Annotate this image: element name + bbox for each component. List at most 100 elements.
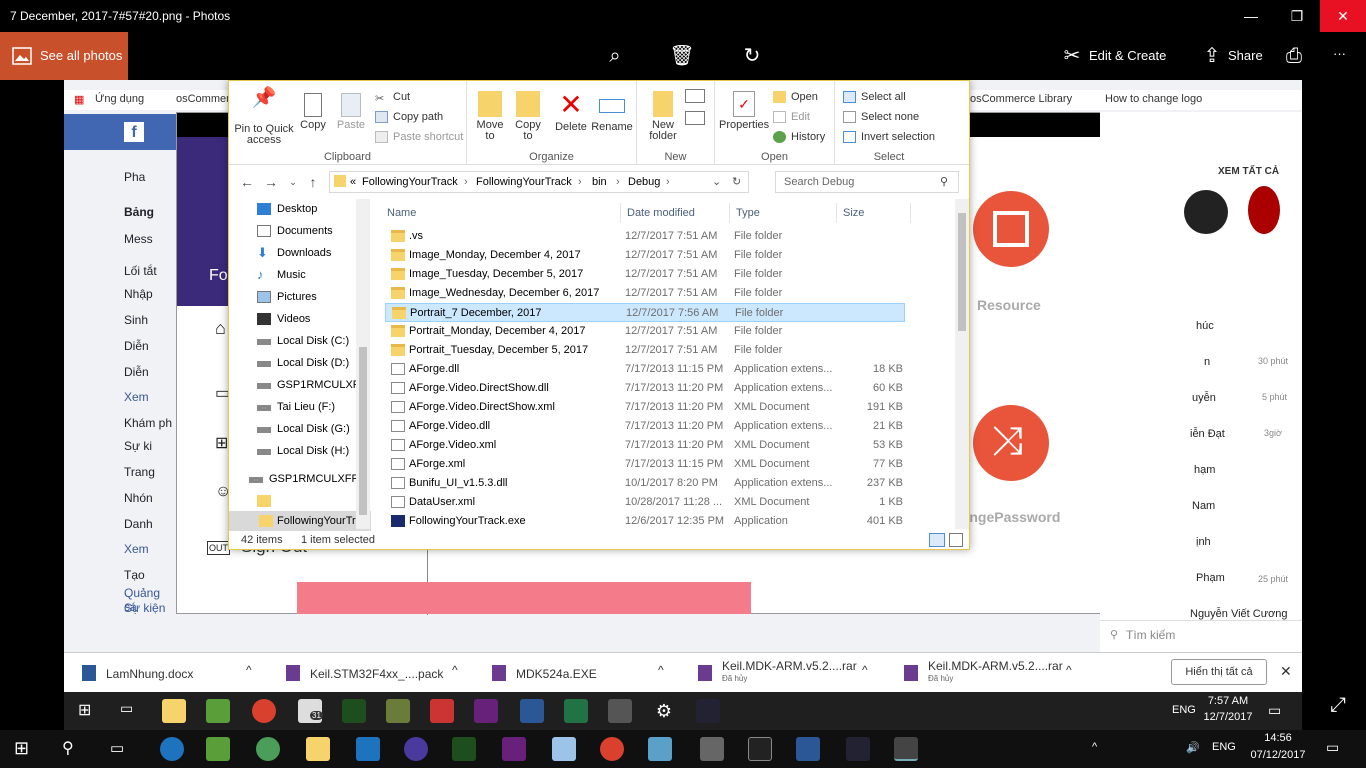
app-icon[interactable]: [608, 699, 632, 723]
app-icon[interactable]: [648, 737, 672, 761]
file-row[interactable]: Portrait_Monday, December 4, 2017 12/7/20…: [385, 322, 905, 341]
windows-icon[interactable]: ⊞: [215, 433, 228, 453]
chrome-icon[interactable]: [600, 737, 624, 761]
see-all-label[interactable]: XEM TẤT CẢ: [1218, 166, 1279, 177]
excel-icon[interactable]: [564, 699, 588, 723]
breadcrumb-item[interactable]: FollowingYourTrack: [362, 176, 458, 188]
file-row[interactable]: Portrait_7 December, 2017 12/7/2017 7:56 …: [385, 303, 905, 322]
fb-nav-item[interactable]: Mess: [124, 232, 153, 246]
app-icon[interactable]: [846, 737, 870, 761]
paste-button[interactable]: Paste: [333, 93, 369, 131]
nav-item-drive[interactable]: Local Disk (H:): [257, 441, 349, 461]
download-item[interactable]: Keil.MDK-ARM.v5.2....rar Đã hủy ^: [904, 657, 1084, 689]
zoom-icon[interactable]: ⌕: [601, 42, 629, 70]
invert-selection-button[interactable]: Invert selection: [843, 129, 935, 145]
rename-button[interactable]: Rename: [591, 91, 633, 133]
chat-contact[interactable]: Nguyễn Viết Cương: [1190, 608, 1288, 620]
maximize-button[interactable]: ❐: [1274, 0, 1320, 32]
properties-button[interactable]: ✓ Properties: [719, 91, 769, 131]
story-avatar[interactable]: [1184, 190, 1228, 234]
move-to-button[interactable]: Move to: [473, 91, 507, 142]
inner-clock-time[interactable]: 7:57 AM: [1198, 695, 1258, 707]
fb-nav-item[interactable]: Danh: [124, 517, 153, 531]
new-item-icon[interactable]: [685, 89, 705, 103]
bookmark-item[interactable]: Ứng dụng: [95, 93, 144, 105]
rotate-icon[interactable]: ↻: [738, 42, 766, 70]
search-box[interactable]: Search Debug ⚲: [775, 171, 959, 193]
chevron-up-icon[interactable]: ^: [1066, 663, 1072, 677]
chat-contact[interactable]: Nam: [1192, 500, 1215, 512]
download-item[interactable]: LamNhung.docx ^: [82, 657, 262, 689]
chat-contact[interactable]: hạm: [1194, 464, 1215, 476]
easy-access-icon[interactable]: [685, 111, 705, 125]
file-row[interactable]: Image_Wednesday, December 6, 2017 12/7/20…: [385, 284, 905, 303]
chat-contact[interactable]: húc: [1196, 320, 1214, 332]
bookmark-item[interactable]: osCommerce Library: [970, 93, 1072, 105]
breadcrumb-separator-icon[interactable]: ›: [616, 176, 620, 188]
select-none-button[interactable]: Select none: [843, 109, 919, 125]
nav-item-videos[interactable]: Videos: [257, 309, 310, 329]
file-row[interactable]: DataUser.xml 10/28/2017 11:28 ... XML Docu…: [385, 493, 905, 512]
change-password-icon[interactable]: ⤨: [973, 405, 1049, 481]
copy-to-button[interactable]: Copy to: [511, 91, 545, 142]
start-icon[interactable]: ⊞: [78, 700, 91, 720]
store-icon[interactable]: [206, 737, 230, 761]
forward-arrow-icon[interactable]: →: [261, 173, 281, 191]
file-row[interactable]: Bunifu_UI_v1.5.3.dll 10/1/2017 8:20 PM App…: [385, 474, 905, 493]
clock-date[interactable]: 07/12/2017: [1248, 749, 1308, 761]
notification-icon[interactable]: ▭: [1268, 702, 1281, 719]
file-row[interactable]: Portrait_Tuesday, December 5, 2017 12/7/2…: [385, 341, 905, 360]
paste-shortcut-button[interactable]: Paste shortcut: [375, 129, 463, 145]
chat-search-bar[interactable]: ⚲ Tìm kiếm: [1100, 620, 1302, 648]
file-row[interactable]: AForge.Video.DirectShow.dll 7/17/2013 11:…: [385, 379, 905, 398]
print-icon[interactable]: ⎙: [1280, 42, 1308, 70]
fb-nav-item[interactable]: Sinh: [124, 313, 148, 327]
dreamweaver-icon[interactable]: [342, 699, 366, 723]
tool-icon[interactable]: [386, 699, 410, 723]
address-dropdown-icon[interactable]: ⌄: [712, 175, 721, 188]
back-arrow-icon[interactable]: ←: [237, 173, 257, 191]
volume-icon[interactable]: 🔊: [1186, 741, 1200, 754]
chrome-icon[interactable]: [252, 699, 276, 723]
fb-nav-item[interactable]: Pha: [124, 170, 145, 184]
chat-contact[interactable]: Phạm: [1196, 572, 1225, 584]
more-button[interactable]: ···: [1333, 46, 1346, 61]
chevron-up-icon[interactable]: ^: [246, 663, 252, 677]
share-button[interactable]: Share: [1228, 48, 1263, 63]
show-all-downloads-button[interactable]: Hiển thị tất cả: [1171, 659, 1267, 685]
nav-item-drive[interactable]: Local Disk (G:): [257, 419, 350, 439]
file-row[interactable]: FollowingYourTrack.exe 12/6/2017 12:35 PM…: [385, 512, 905, 531]
file-row[interactable]: Image_Monday, December 4, 2017 12/7/2017 …: [385, 246, 905, 265]
photos-taskbar-icon[interactable]: [894, 737, 918, 761]
chat-contact[interactable]: ịnh: [1196, 536, 1211, 548]
task-view-icon[interactable]: ▭: [110, 739, 124, 757]
bookmark-item[interactable]: osCommer: [176, 93, 230, 105]
nav-item-drive[interactable]: GSP1RMCULXFRE: [249, 469, 367, 489]
pin-quick-access-button[interactable]: 📌 Pin to Quick access: [233, 88, 295, 146]
action-center-icon[interactable]: ▭: [1326, 739, 1339, 756]
file-row[interactable]: .vs 12/7/2017 7:51 AM File folder: [385, 227, 905, 246]
see-all-photos-button[interactable]: See all photos: [0, 32, 128, 80]
close-button[interactable]: ✕: [1320, 0, 1366, 32]
edit-create-icon[interactable]: ✂: [1058, 42, 1086, 70]
copy-path-button[interactable]: Copy path: [375, 109, 443, 125]
breadcrumb-overflow[interactable]: «: [350, 176, 356, 188]
file-list-scrollbar[interactable]: [955, 199, 969, 529]
settings-gear-icon[interactable]: ⚙: [652, 699, 676, 723]
fb-nav-item[interactable]: Diễn: [124, 339, 149, 353]
delete-button[interactable]: ✕ Delete: [553, 91, 589, 133]
edge-icon[interactable]: [160, 737, 184, 761]
sign-out-icon[interactable]: OUT: [207, 541, 230, 555]
dreamweaver-icon[interactable]: [452, 737, 476, 761]
fb-nav-item[interactable]: Sự ki: [124, 439, 152, 453]
fb-nav-item[interactable]: Trang: [124, 465, 155, 479]
file-row[interactable]: AForge.Video.xml 7/17/2013 11:20 PM XML Do…: [385, 436, 905, 455]
breadcrumb-separator-icon[interactable]: ›: [578, 176, 582, 188]
nav-item-drive[interactable]: GSP1RMCULXFR: [257, 375, 367, 395]
cut-button[interactable]: ✂ Cut: [375, 89, 410, 105]
chat-contact[interactable]: iễn Đạt: [1190, 428, 1225, 440]
vscode-icon[interactable]: [356, 737, 380, 761]
nav-scrollbar[interactable]: [356, 199, 370, 529]
new-folder-button[interactable]: New folder: [643, 91, 683, 142]
chevron-up-icon[interactable]: ^: [658, 663, 664, 677]
